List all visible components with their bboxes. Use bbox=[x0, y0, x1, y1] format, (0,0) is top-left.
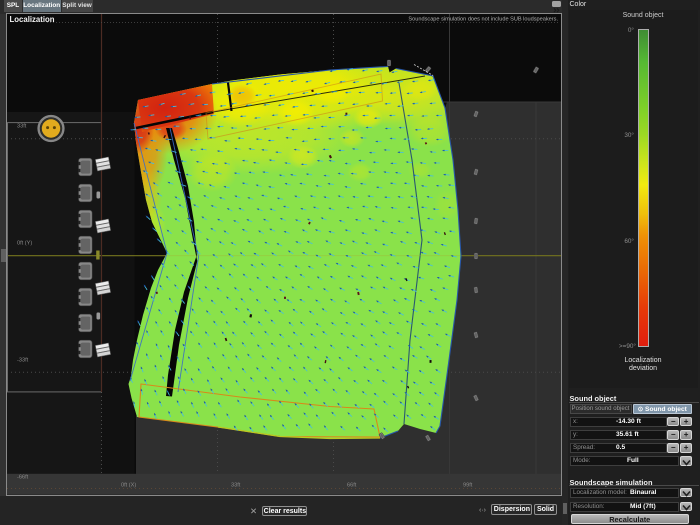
svg-text:33ft: 33ft bbox=[17, 124, 27, 130]
svg-text:Localization: Localization bbox=[10, 15, 55, 24]
svg-text:Soundscape simulation does not: Soundscape simulation does not include S… bbox=[408, 16, 558, 22]
svg-text:0ft (Y): 0ft (Y) bbox=[17, 241, 32, 247]
svg-text:99ft: 99ft bbox=[463, 483, 473, 489]
svg-text:33ft: 33ft bbox=[231, 483, 241, 489]
svg-text:66ft: 66ft bbox=[347, 483, 357, 489]
svg-text:0ft (X): 0ft (X) bbox=[121, 483, 136, 489]
svg-text:-33ft: -33ft bbox=[17, 358, 29, 364]
svg-text:-66ft: -66ft bbox=[17, 475, 29, 481]
